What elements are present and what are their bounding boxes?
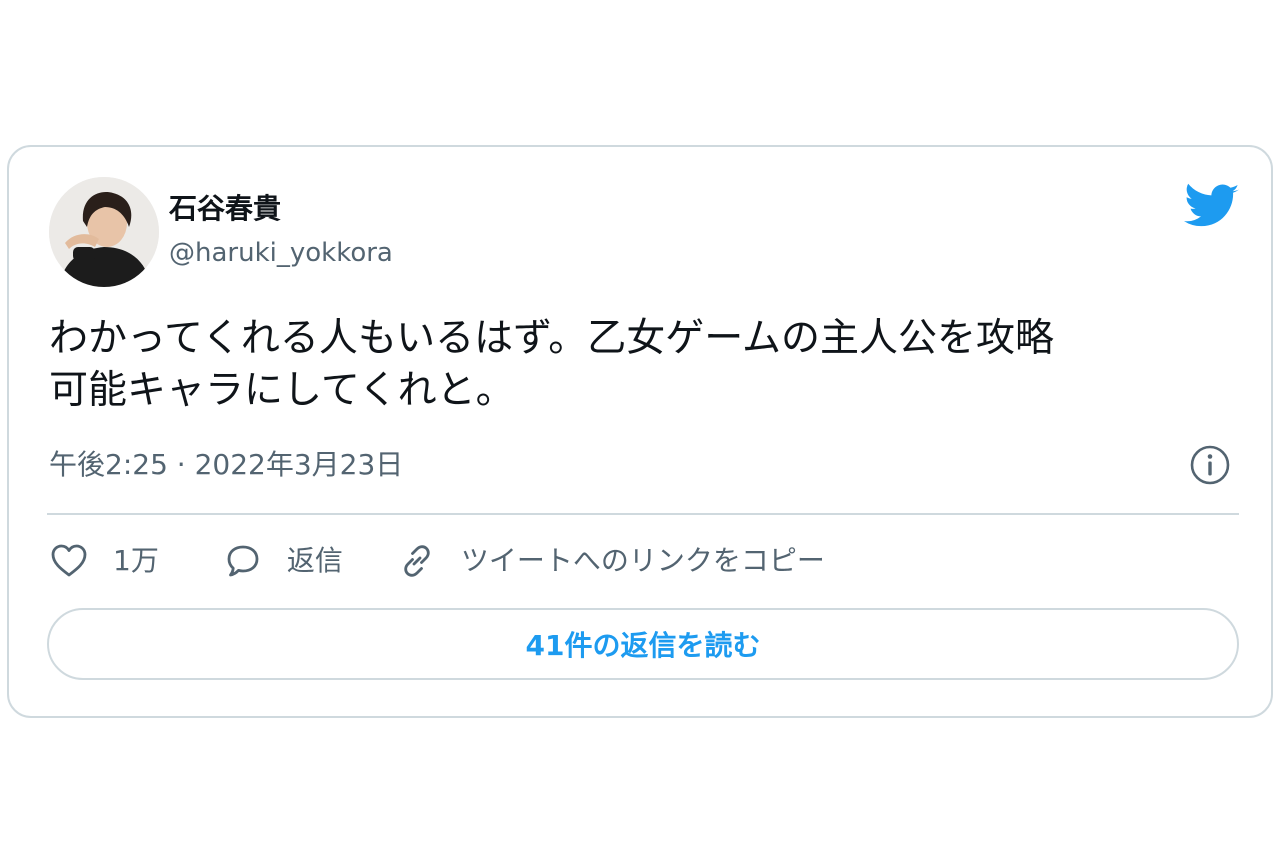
like-button[interactable]: 1万 [47, 539, 159, 583]
reply-label: 返信 [286, 544, 343, 577]
tweet-card: 石谷春貴 @haruki_yokkora わかってくれる人もいるはず。乙女ゲーム… [7, 145, 1273, 718]
user-handle[interactable]: @haruki_yokkora [169, 236, 393, 270]
link-icon [404, 545, 430, 577]
reply-button[interactable]: 返信 [221, 539, 343, 583]
twitter-bird-icon[interactable] [1184, 181, 1240, 229]
read-replies-button[interactable]: 41件の返信を読む [47, 608, 1239, 680]
tweet-text: わかってくれる人もいるはず。乙女ゲームの主人公を攻略 可能キャラにしてくれと。 [49, 313, 1249, 417]
tweet-text-line-1: わかってくれる人もいるはず。乙女ゲームの主人公を攻略 [49, 316, 1055, 361]
avatar-photo [49, 177, 159, 287]
speech-bubble-icon [227, 545, 259, 577]
heart-icon [51, 544, 87, 577]
tweet-text-line-2: 可能キャラにしてくれと。 [49, 368, 515, 413]
display-name[interactable]: 石谷春貴 [169, 191, 281, 227]
copy-link-label: ツイートへのリンクをコピー [460, 544, 825, 577]
copy-link-button[interactable]: ツイートへのリンクをコピー [395, 539, 825, 583]
info-icon[interactable] [1189, 444, 1231, 486]
tweet-timestamp[interactable]: 午後2:25 · 2022年3月23日 [49, 447, 403, 483]
action-bar: 1万 返信 ツイートへのリンクをコピー [47, 537, 825, 585]
divider [47, 513, 1239, 515]
like-count: 1万 [113, 544, 159, 577]
avatar[interactable] [49, 177, 159, 287]
